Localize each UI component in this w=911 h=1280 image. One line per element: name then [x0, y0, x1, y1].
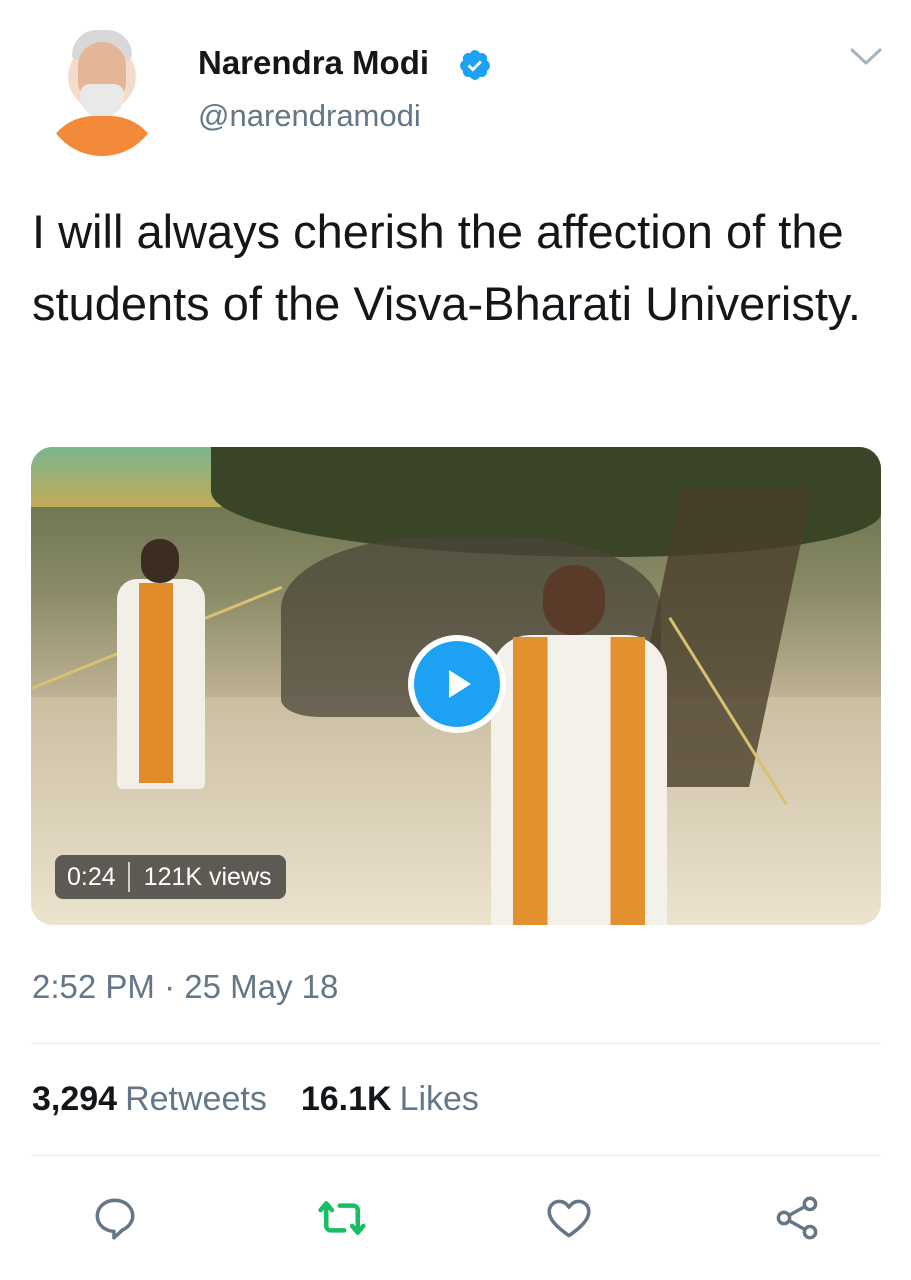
reply-button[interactable]	[87, 1190, 143, 1246]
share-icon	[776, 1196, 818, 1240]
video-views: 121K views	[143, 862, 272, 891]
tweet-stats: 3,294 Retweets 16.1K Likes	[32, 1080, 479, 1119]
retweets-stat[interactable]: 3,294 Retweets	[32, 1080, 267, 1119]
play-button[interactable]	[408, 635, 506, 733]
heart-icon	[547, 1199, 591, 1238]
divider	[31, 1043, 881, 1044]
retweets-label: Retweets	[125, 1080, 267, 1118]
likes-count: 16.1K	[300, 1080, 392, 1118]
avatar-body	[44, 116, 160, 156]
author-handle[interactable]: @narendramodi	[198, 98, 421, 134]
divider	[31, 1155, 881, 1156]
likes-stat[interactable]: 16.1K Likes	[301, 1080, 479, 1119]
share-button[interactable]	[769, 1190, 825, 1246]
avatar-beard	[80, 84, 124, 118]
retweets-count: 3,294	[32, 1080, 118, 1118]
author-name[interactable]: Narendra Modi	[198, 44, 429, 82]
like-button[interactable]	[541, 1190, 597, 1246]
reply-icon	[95, 1198, 135, 1240]
video-frame-person	[483, 565, 673, 925]
play-icon	[414, 641, 500, 727]
person-scarf	[513, 637, 645, 925]
verified-badge-icon	[460, 50, 490, 80]
video-frame-awning	[31, 447, 221, 507]
video-duration: 0:24	[67, 862, 116, 891]
tweet-actions	[0, 1190, 911, 1246]
tweet-timestamp: 2:52 PM · 25 May 18	[32, 968, 339, 1005]
person-head	[141, 539, 179, 583]
person-scarf	[139, 583, 173, 783]
video-player[interactable]: 0:24 121K views	[31, 447, 881, 925]
person-head	[543, 565, 605, 635]
avatar[interactable]	[44, 24, 160, 156]
tweet-text: I will always cherish the affection of t…	[32, 205, 861, 330]
retweet-button[interactable]	[314, 1190, 370, 1246]
video-info-badge: 0:24 121K views	[55, 855, 286, 899]
likes-label: Likes	[399, 1080, 479, 1118]
retweet-icon	[318, 1201, 366, 1235]
chevron-down-icon[interactable]	[849, 46, 883, 68]
video-frame-person	[105, 539, 215, 839]
